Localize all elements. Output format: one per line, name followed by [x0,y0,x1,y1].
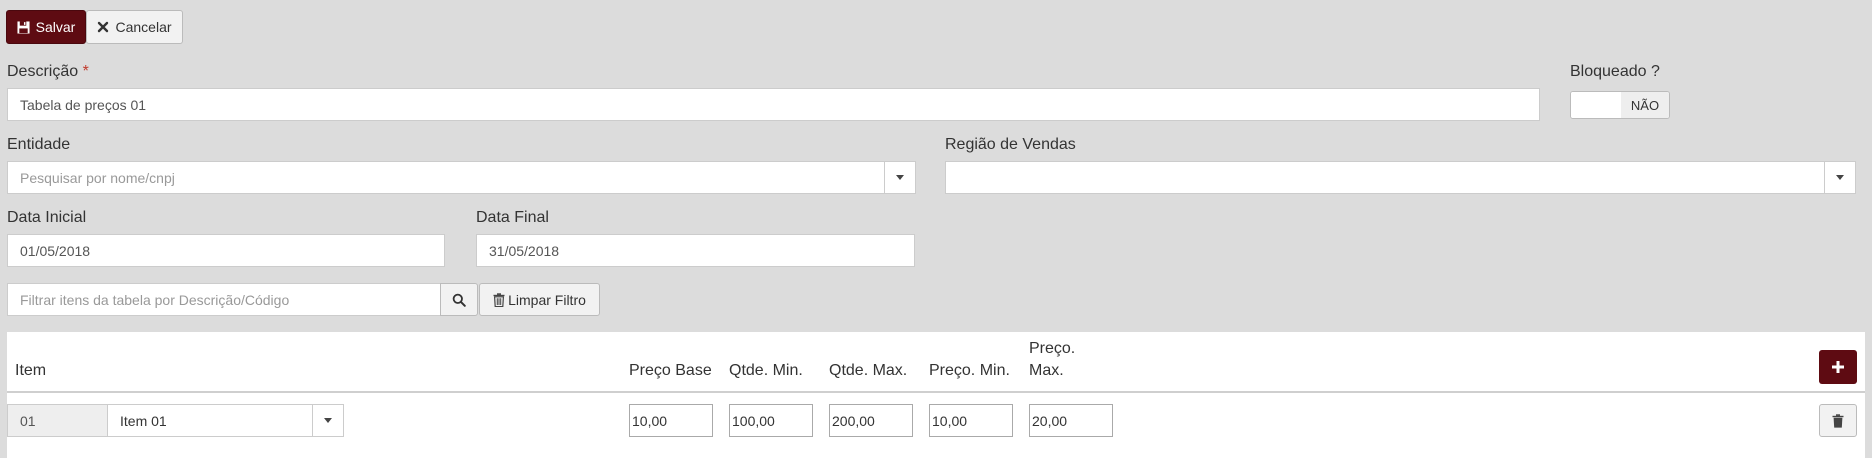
toggle-off-label: NÃO [1621,92,1669,118]
qtde-min-input[interactable] [729,404,813,437]
regiao-label: Região de Vendas [945,136,1076,153]
required-mark: * [82,63,89,80]
descricao-input[interactable] [7,88,1540,121]
item-dropdown-button[interactable] [312,404,344,437]
bloqueado-label: Bloqueado ? [1570,63,1660,80]
header-divider [7,391,1865,393]
regiao-select[interactable] [945,161,1825,194]
data-inicial-label: Data Inicial [7,209,87,226]
chevron-down-icon [1836,175,1844,180]
header-preco-max: Preço. Max. [1029,340,1076,379]
floppy-disk-icon [17,20,30,34]
data-final-input[interactable] [476,234,915,267]
header-qtde-min: Qtde. Min. [729,362,803,379]
header-qtde-max: Qtde. Max. [829,362,908,379]
save-button-label: Salvar [35,19,76,35]
add-item-button[interactable] [1819,350,1857,384]
clear-filter-label: Limpar Filtro [508,291,586,308]
item-select[interactable] [107,404,313,437]
chevron-down-icon [324,418,332,423]
preco-max-input[interactable] [1029,404,1113,437]
items-table: Item Preço Base Qtde. Min. Qtde. Max. Pr… [7,332,1865,458]
chevron-down-icon [896,175,904,180]
preco-base-input[interactable] [629,404,713,437]
qtde-max-input[interactable] [829,404,913,437]
search-button[interactable] [440,283,478,316]
cancel-button-label: Cancelar [115,19,172,35]
close-icon [98,21,109,33]
search-icon [452,293,466,307]
entidade-label: Entidade [7,136,71,153]
descricao-label: Descrição * [7,63,89,80]
toggle-knob [1571,92,1622,118]
header-item: Item [15,362,47,379]
clear-filter-button[interactable]: Limpar Filtro [479,283,600,316]
trash-icon [493,292,505,307]
header-preco-min: Preço. Min. [929,362,1010,379]
plus-icon [1832,361,1844,373]
entidade-select[interactable] [7,161,885,194]
filter-input[interactable] [7,283,441,316]
regiao-dropdown-button[interactable] [1824,161,1856,194]
preco-min-input[interactable] [929,404,1013,437]
data-inicial-input[interactable] [7,234,445,267]
trash-icon [1832,413,1844,428]
data-final-label: Data Final [476,209,549,226]
header-preco-base: Preço Base [629,362,712,379]
bloqueado-toggle[interactable]: NÃO [1570,91,1670,119]
cancel-button[interactable]: Cancelar [86,10,183,44]
item-code-input [7,404,108,437]
save-button[interactable]: Salvar [6,10,86,44]
delete-row-button[interactable] [1819,404,1857,437]
entidade-dropdown-button[interactable] [884,161,916,194]
